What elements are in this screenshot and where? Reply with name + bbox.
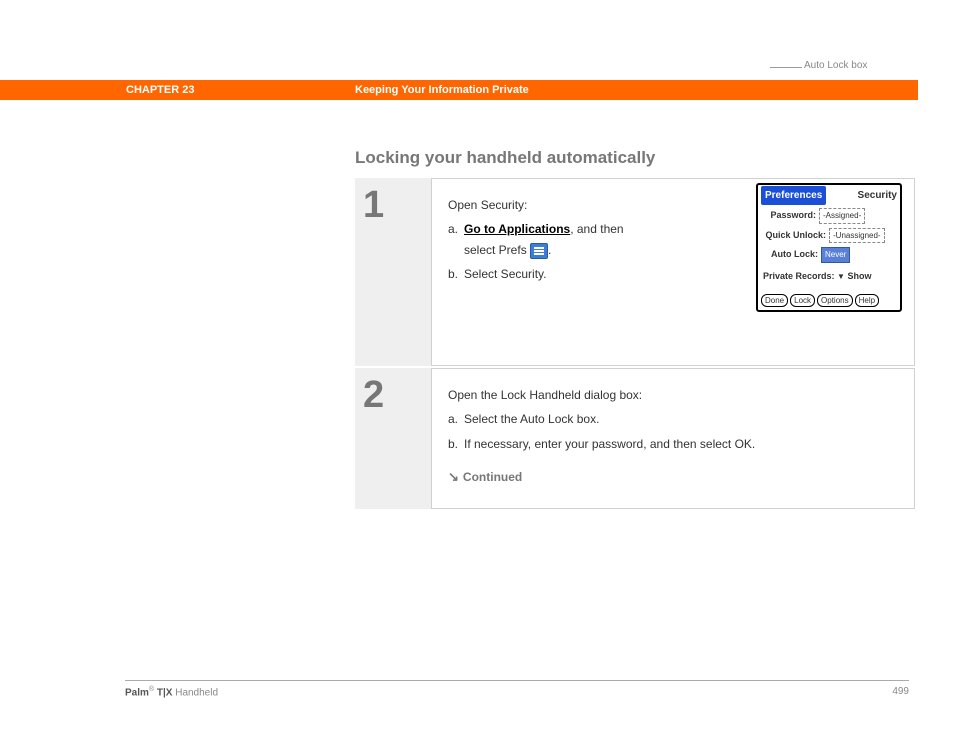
step-1: 1 Open Security: a.Go to Applications, a…: [355, 178, 915, 368]
done-button: Done: [761, 294, 788, 307]
options-button: Options: [817, 294, 853, 307]
auto-lock-box: Never: [821, 247, 850, 263]
footer: Palm® T|X Handheld 499: [125, 686, 909, 698]
footer-brand: Palm® T|X Handheld: [125, 686, 218, 698]
step-1-body: Open Security: a.Go to Applications, and…: [431, 178, 915, 366]
prefs-icon: [530, 243, 548, 259]
lock-button: Lock: [790, 294, 815, 307]
step-1-b: b.Select Security.: [448, 264, 658, 284]
page-heading: Locking your handheld automatically: [355, 148, 655, 168]
step-2: 2 Open the Lock Handheld dialog box: a.S…: [355, 368, 915, 511]
palm-category: Security: [858, 187, 897, 204]
step-1-a: a.Go to Applications, and then select Pr…: [448, 219, 658, 260]
step-2-body: Open the Lock Handheld dialog box: a.Sel…: [431, 368, 915, 509]
step-2-a: a.Select the Auto Lock box.: [448, 409, 898, 429]
quick-unlock-box: -Unassigned-: [829, 228, 885, 244]
continued-marker: ↘Continued: [448, 466, 898, 488]
step-2-b: b.If necessary, enter your password, and…: [448, 434, 898, 454]
dropdown-icon: ▼: [837, 272, 845, 281]
step-number: 1: [355, 178, 431, 366]
header-bar: CHAPTER 23 Keeping Your Information Priv…: [0, 80, 918, 100]
footer-divider: [125, 680, 909, 681]
topic-label: Keeping Your Information Private: [355, 84, 529, 96]
step-number: 2: [355, 368, 431, 509]
applications-link[interactable]: Go to Applications: [464, 222, 570, 236]
help-button: Help: [855, 294, 879, 307]
step-1-intro: Open Security:: [448, 195, 658, 215]
page-number: 499: [892, 686, 909, 698]
palm-title: Preferences: [761, 186, 826, 205]
callout-label: Auto Lock box: [804, 60, 867, 71]
chapter-label: CHAPTER 23: [126, 84, 194, 96]
callout-line: [770, 67, 802, 68]
steps-container: 1 Open Security: a.Go to Applications, a…: [355, 178, 915, 511]
step-2-intro: Open the Lock Handheld dialog box:: [448, 385, 898, 405]
palm-screenshot: Preferences Security Password: -Assigned…: [756, 183, 902, 312]
password-box: -Assigned-: [819, 208, 865, 224]
continued-arrow-icon: ↘: [448, 466, 459, 488]
